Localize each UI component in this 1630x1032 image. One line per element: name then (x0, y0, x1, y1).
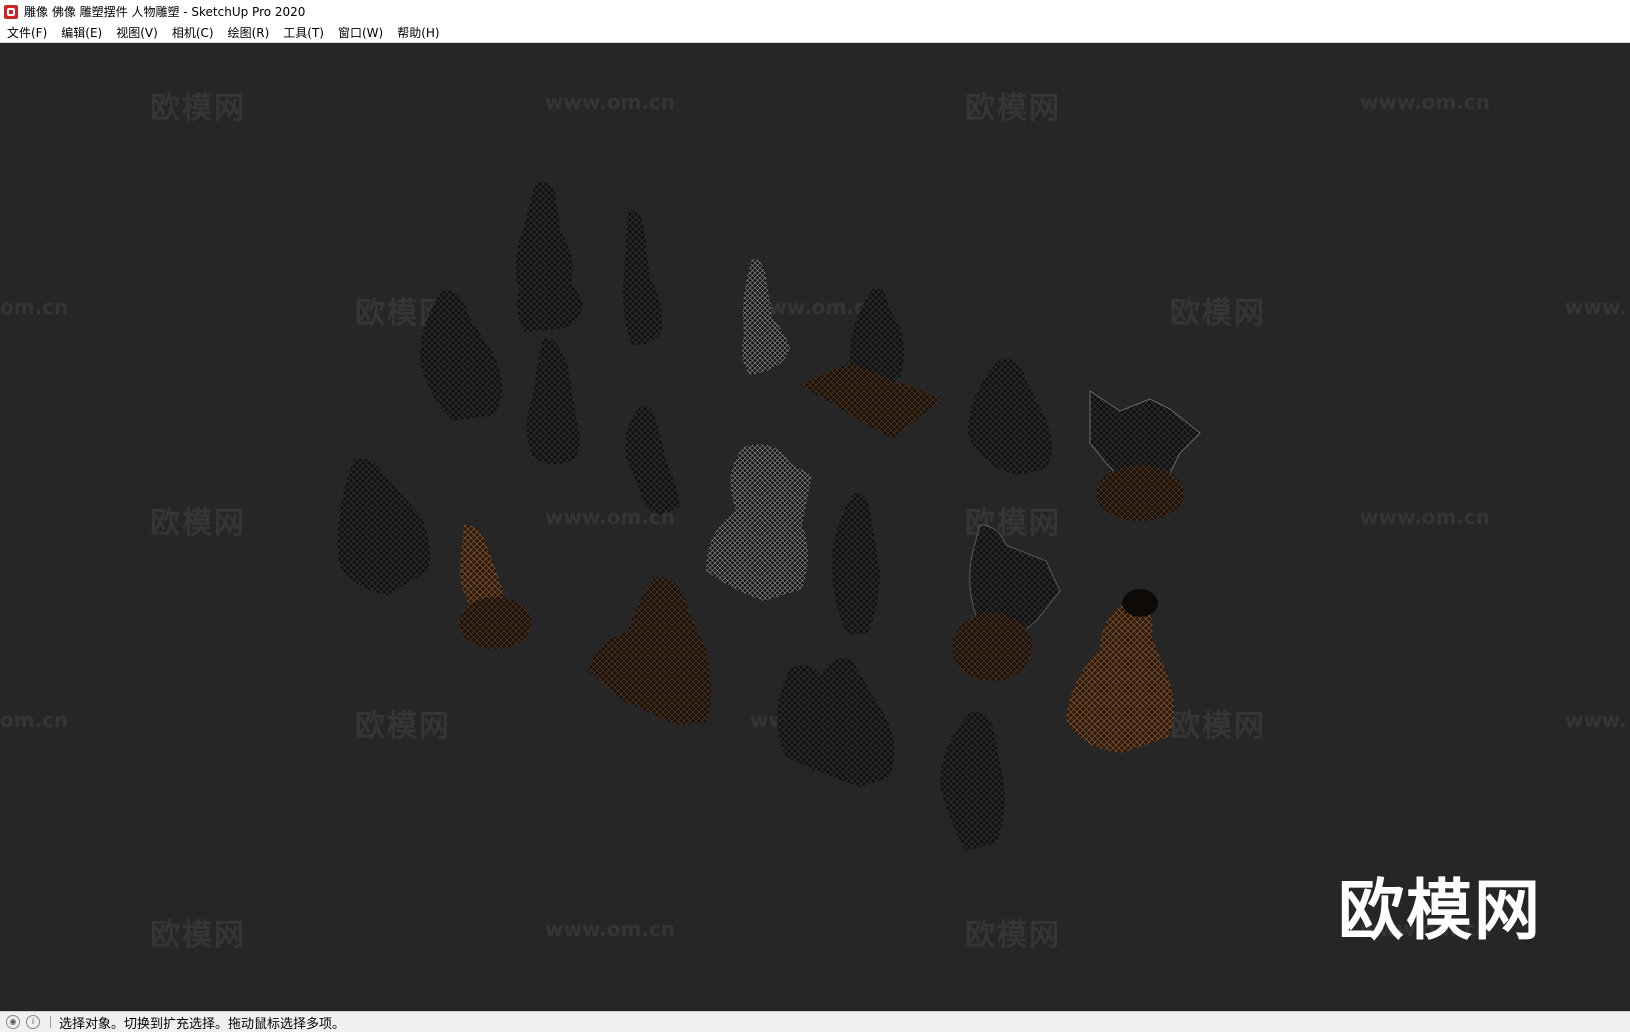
statue-figure[interactable] (515, 182, 583, 332)
statue-figure[interactable] (623, 210, 663, 346)
statue-warrior-on-base[interactable] (952, 524, 1061, 681)
menu-tools[interactable]: 工具(T) (276, 23, 331, 43)
geo-location-icon[interactable]: ◉ (6, 1015, 20, 1029)
menu-window[interactable]: 窗口(W) (331, 23, 390, 43)
statue-figure[interactable] (832, 492, 880, 635)
statue-figure[interactable] (625, 406, 680, 515)
info-icon[interactable]: i (26, 1015, 40, 1029)
statue-figure[interactable] (337, 458, 430, 595)
statue-many-arms[interactable] (1089, 390, 1201, 521)
title-bar: 雕像 佛像 雕塑摆件 人物雕塑 - SketchUp Pro 2020 (0, 0, 1630, 23)
statue-seated-buddha[interactable] (588, 576, 711, 725)
menu-view[interactable]: 视图(V) (109, 23, 165, 43)
statue-group[interactable] (776, 658, 895, 787)
statue-figure[interactable] (968, 358, 1052, 475)
statue-seated-buddha-gold[interactable] (1066, 589, 1174, 753)
statue-figure[interactable] (706, 444, 812, 601)
statue-figure[interactable] (420, 290, 502, 422)
menu-edit[interactable]: 编辑(E) (54, 23, 109, 43)
menu-file[interactable]: 文件(F) (0, 23, 54, 43)
menu-help[interactable]: 帮助(H) (390, 23, 446, 43)
statue-figure-with-base[interactable] (459, 524, 531, 649)
sketchup-icon[interactable] (4, 4, 18, 19)
statue-figure-on-base[interactable] (800, 288, 942, 439)
menu-bar: 文件(F) 编辑(E) 视图(V) 相机(C) 绘图(R) 工具(T) 窗口(W… (0, 23, 1630, 43)
menu-draw[interactable]: 绘图(R) (221, 23, 277, 43)
statue-figure[interactable] (940, 711, 1005, 851)
status-bar: ◉ i 选择对象。切换到扩充选择。拖动鼠标选择多项。 (0, 1011, 1630, 1032)
menu-camera[interactable]: 相机(C) (165, 23, 221, 43)
window-title: 雕像 佛像 雕塑摆件 人物雕塑 - SketchUp Pro 2020 (24, 5, 306, 19)
model-viewport[interactable]: 欧模网 www.om.cn 欧模网 www.om.cn om.cn 欧模网 ww… (0, 43, 1630, 1011)
status-message: 选择对象。切换到扩充选择。拖动鼠标选择多项。 (59, 1016, 346, 1032)
status-divider (50, 1016, 51, 1028)
statue-figure[interactable] (526, 338, 580, 464)
statue-figure[interactable] (742, 258, 790, 375)
brand-logo: 欧模网 (1338, 872, 1542, 949)
